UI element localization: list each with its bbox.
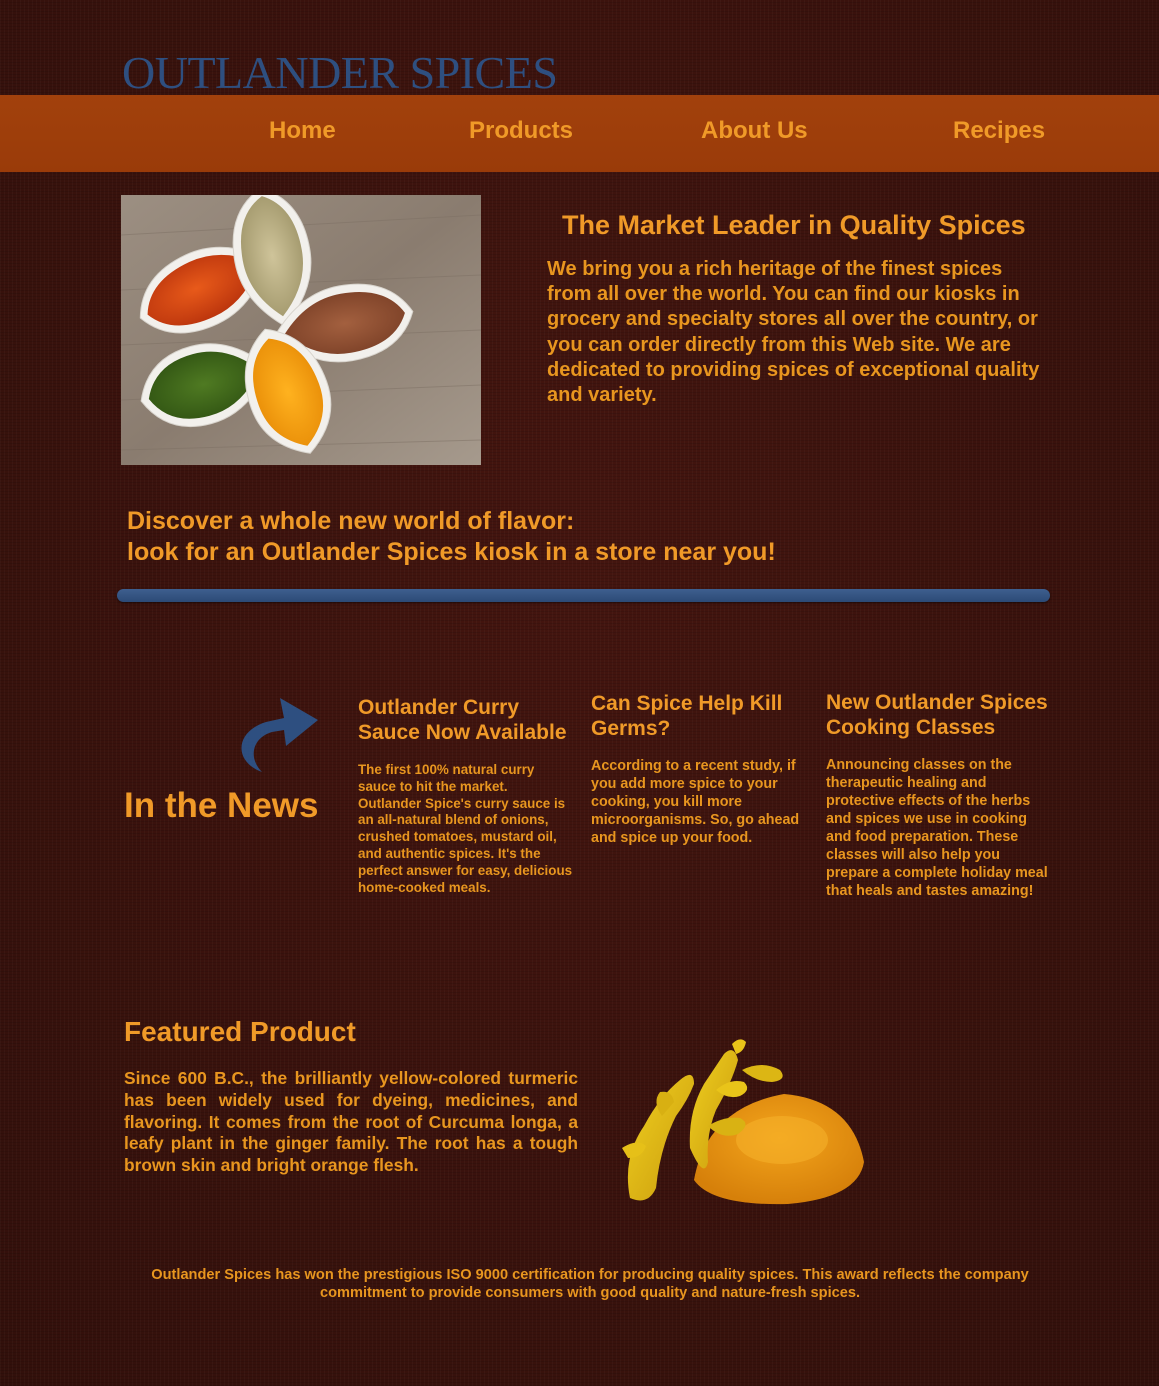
spice-bowls-image [121, 195, 481, 465]
hero-title: The Market Leader in Quality Spices [562, 210, 1026, 240]
featured-product-heading: Featured Product [124, 1016, 356, 1047]
discover-tagline: Discover a whole new world of flavor: lo… [127, 506, 776, 568]
news-article-body: The first 100% natural curry sauce to hi… [358, 762, 573, 895]
news-article-body: Announcing classes on the therapeutic he… [826, 757, 1048, 899]
nav-recipes-link[interactable]: Recipes [953, 117, 1045, 145]
in-the-news-heading: In the News [124, 786, 319, 825]
news-article-title[interactable]: Can Spice Help Kill Germs? [591, 691, 813, 741]
news-article-title[interactable]: New Outlander Spices Cooking Classes [826, 690, 1051, 740]
curved-arrow-icon [232, 696, 322, 778]
hero-description: We bring you a rich heritage of the fine… [547, 258, 1040, 407]
footer-award-text: Outlander Spices has won the prestigious… [151, 1267, 1029, 1301]
nav-home-link[interactable]: Home [269, 117, 336, 145]
news-article-cooking-classes: New Outlander Spices Cooking Classes Ann… [826, 690, 1051, 900]
site-logo[interactable]: OUTLANDER SPICES [122, 46, 558, 99]
main-navigation: Home Products About Us Recipes [0, 95, 1159, 172]
section-divider [117, 589, 1050, 602]
news-article-spice-germs: Can Spice Help Kill Germs? According to … [591, 691, 813, 847]
nav-products-link[interactable]: Products [469, 117, 573, 145]
news-article-body: According to a recent study, if you add … [591, 758, 800, 846]
featured-product-description: Since 600 B.C., the brilliantly yellow-c… [124, 1068, 578, 1176]
nav-about-us-link[interactable]: About Us [701, 117, 808, 145]
turmeric-image [612, 1030, 872, 1212]
news-article-title[interactable]: Outlander Curry Sauce Now Available [358, 695, 573, 745]
discover-line-2: look for an Outlander Spices kiosk in a … [127, 538, 776, 566]
news-article-curry-sauce: Outlander Curry Sauce Now Available The … [358, 695, 573, 896]
discover-line-1: Discover a whole new world of flavor: [127, 507, 575, 535]
